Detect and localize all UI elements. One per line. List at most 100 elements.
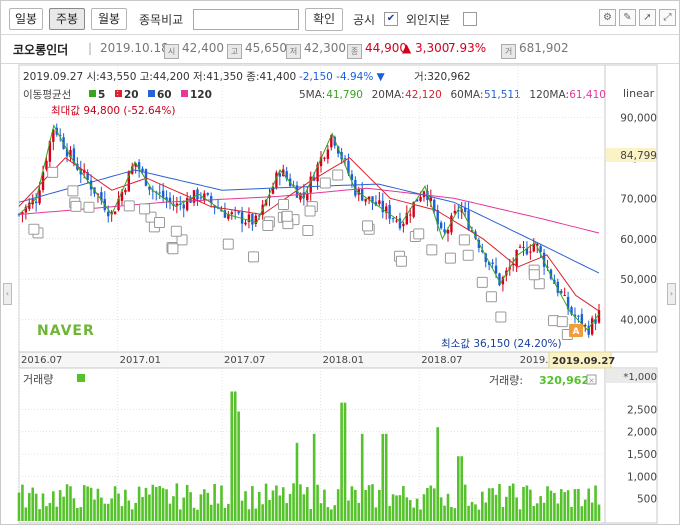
candle-body <box>391 218 395 220</box>
candle-body <box>395 220 398 222</box>
volume-bar <box>278 495 282 521</box>
volume-bar <box>429 485 433 521</box>
volume-bar <box>58 490 62 521</box>
volume-tick-label: 1,000 <box>627 471 657 483</box>
volume-bar <box>378 489 381 521</box>
ma-legend-label: 120 <box>190 89 212 101</box>
disclosure-marker <box>28 223 40 235</box>
chart-header-date: 2019.09.27 시:43,550 고:44,200 저:41,350 종:… <box>23 71 296 83</box>
volume-bar <box>254 508 258 521</box>
candle-body <box>443 229 446 233</box>
disclosure-marker <box>319 177 331 189</box>
volume-bar <box>89 487 93 521</box>
candle-body <box>453 210 457 214</box>
volume-bar <box>100 497 103 521</box>
volume-bar <box>402 485 405 521</box>
volume-bar <box>206 492 210 521</box>
volume-bar <box>48 502 52 521</box>
candle-body <box>168 197 172 202</box>
volume-bar <box>299 484 302 521</box>
candle-body <box>491 262 494 264</box>
volume-bar <box>511 483 515 521</box>
time-tick-label: 2016.07 <box>21 355 62 366</box>
volume-bar <box>453 508 457 521</box>
scale-label: linear <box>623 87 655 100</box>
volume-bar <box>583 499 587 521</box>
ma-legend-label: 5 <box>98 89 105 101</box>
volume-bar <box>124 489 127 521</box>
candle-body <box>113 211 117 215</box>
disclosure-marker <box>413 228 425 240</box>
volume-bar <box>285 503 288 521</box>
candle-body <box>494 265 498 274</box>
candle-body <box>539 246 542 252</box>
volume-bar <box>381 433 385 521</box>
volume-bar <box>172 496 175 521</box>
volume-value-label: 거래량: <box>489 374 523 387</box>
ma-value: 41,790 <box>326 89 363 101</box>
volume-bar <box>199 494 203 521</box>
volume-bar <box>203 489 206 521</box>
disclosure-marker <box>462 249 474 261</box>
disclosure-marker <box>262 220 274 232</box>
ma-legend-label: 60 <box>157 89 172 101</box>
candle-body <box>467 210 470 230</box>
disclosure-marker <box>281 210 293 222</box>
volume-bar <box>55 506 59 521</box>
volume-bar <box>110 498 113 521</box>
time-tick-label: 2018.01 <box>323 355 364 366</box>
volume-bar <box>501 507 505 521</box>
volume-bar <box>302 494 306 521</box>
volume-bar <box>31 487 35 521</box>
disclosure-marker <box>167 243 179 255</box>
volume-bar <box>34 493 38 521</box>
volume-bar <box>542 502 546 521</box>
volume-bar <box>529 489 532 521</box>
price-tick-label: 40,000 <box>620 315 657 327</box>
max-value-label: 최대값 94,800 (-52.64%) <box>51 105 175 117</box>
volume-bar <box>566 490 570 521</box>
volume-bar <box>360 433 364 521</box>
candle-body <box>182 204 185 209</box>
volume-bar <box>474 504 477 521</box>
candle-body <box>230 212 233 215</box>
price-axis-area <box>604 64 658 353</box>
candle-body <box>107 211 110 217</box>
candle-body <box>378 200 381 205</box>
volume-bar <box>446 493 450 521</box>
volume-swatch <box>77 374 85 382</box>
disclosure-marker <box>332 169 344 181</box>
candle-body <box>244 222 247 225</box>
candle-body <box>343 158 347 160</box>
candle-body <box>419 197 422 202</box>
candle-body <box>439 222 443 229</box>
volume-bar <box>498 484 501 521</box>
disclosure-marker <box>222 238 234 250</box>
candle-body <box>124 189 127 193</box>
volume-bar <box>432 488 436 521</box>
volume-bar <box>69 486 72 521</box>
disclosure-marker <box>426 244 438 256</box>
volume-bar <box>336 489 340 521</box>
candle-body <box>278 173 282 177</box>
ma-legend-swatch <box>181 90 188 97</box>
chart-header-change: -2,150 -4.94% ▼ <box>299 71 386 83</box>
time-tick-label: 2017.07 <box>224 355 265 366</box>
volume-close-glyph: × <box>588 376 595 385</box>
volume-bar <box>535 503 539 521</box>
volume-bar <box>305 487 309 521</box>
candle-body <box>584 325 587 327</box>
volume-bar <box>106 503 110 521</box>
time-axis-area <box>18 351 606 369</box>
ma-legend-swatch <box>115 90 122 97</box>
volume-bar <box>213 484 216 521</box>
price-chart: 2019.09.27 시:43,550 고:44,200 저:41,350 종:… <box>17 64 658 524</box>
candle-body <box>522 246 525 248</box>
volume-bar <box>487 488 491 521</box>
volume-bar <box>93 499 96 521</box>
candle-body <box>402 223 405 227</box>
volume-bar <box>563 492 566 521</box>
volume-bar <box>597 504 601 521</box>
volume-bar <box>364 490 367 521</box>
volume-bar <box>422 494 426 521</box>
